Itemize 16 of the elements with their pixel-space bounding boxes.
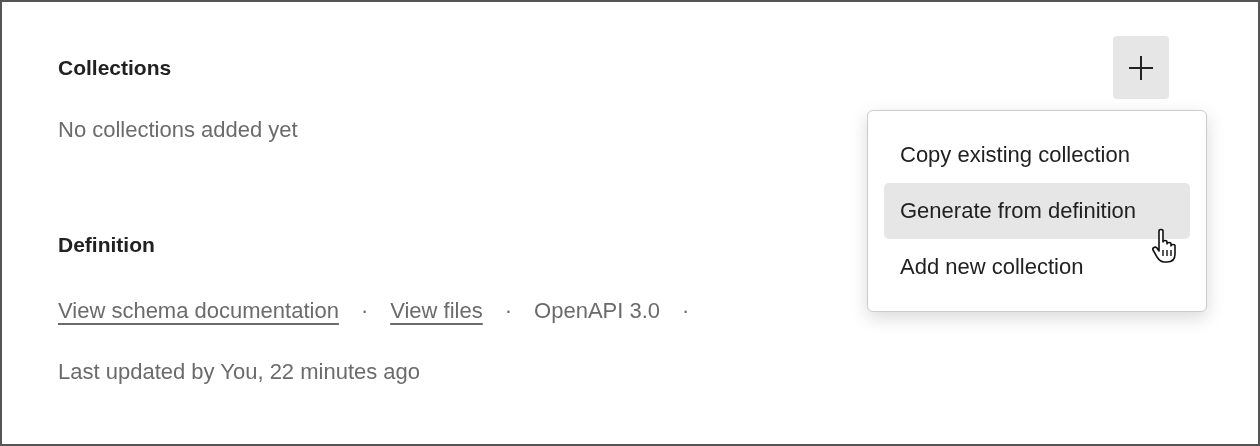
hand-cursor-icon xyxy=(1152,228,1178,264)
menu-item[interactable]: Copy existing collection xyxy=(884,127,1190,183)
section-title: Definition xyxy=(58,233,156,257)
link[interactable]: View files xyxy=(390,298,483,324)
plus-icon xyxy=(1128,54,1154,81)
menu-item[interactable]: Generate from definition xyxy=(884,183,1190,239)
add-button[interactable] xyxy=(1113,36,1169,99)
separator-dot: · xyxy=(682,298,690,324)
menu-item[interactable]: Add new collection xyxy=(884,239,1190,295)
separator-dot: · xyxy=(504,298,513,324)
section-title: Collections xyxy=(58,55,172,80)
separator-dot: · xyxy=(360,298,369,324)
empty-text: No collections added yet xyxy=(58,117,299,143)
updated-text: Last updated by You, 22 minutes ago xyxy=(58,359,422,385)
link[interactable]: View schema documentation xyxy=(58,298,339,324)
spec-version: OpenAPI 3.0 xyxy=(534,298,661,324)
